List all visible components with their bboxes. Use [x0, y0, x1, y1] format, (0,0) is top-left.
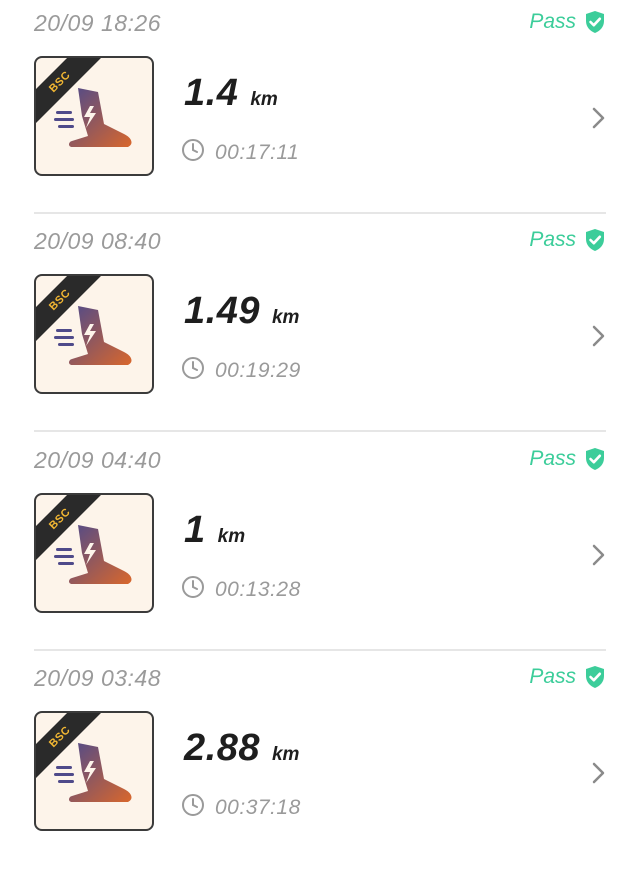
duration-row: 00:19:29: [181, 356, 301, 385]
status-label: Pass: [529, 228, 576, 251]
record-date: 20/09 08:40: [34, 228, 162, 254]
activity-thumbnail: BSC: [34, 493, 154, 613]
status-badge: Pass: [529, 665, 606, 689]
status-label: Pass: [529, 447, 576, 470]
activity-thumbnail: BSC: [34, 711, 154, 831]
running-shoe-icon: [54, 302, 138, 379]
run-record-item[interactable]: 20/09 18:26 Pass BSC 1.4 km 00:17:11: [34, 0, 606, 218]
run-record-item[interactable]: 20/09 03:48 Pass BSC 2.88 km 00:37:18: [34, 655, 606, 873]
distance-number: 1.4: [184, 72, 239, 114]
record-date: 20/09 18:26: [34, 10, 162, 36]
shield-check-icon: [584, 447, 606, 471]
chevron-right-icon[interactable]: [592, 543, 606, 572]
status-badge: Pass: [529, 447, 606, 471]
distance-value: 1 km: [184, 509, 245, 552]
activity-thumbnail: BSC: [34, 274, 154, 394]
duration-row: 00:13:28: [181, 575, 301, 604]
running-shoe-icon: [54, 739, 138, 816]
duration-time: 00:37:18: [215, 795, 301, 819]
distance-value: 1.49 km: [184, 290, 299, 333]
shield-check-icon: [584, 665, 606, 689]
run-record-item[interactable]: 20/09 04:40 Pass BSC 1 km 00:13:28: [34, 437, 606, 655]
activity-thumbnail: BSC: [34, 56, 154, 176]
shield-check-icon: [584, 228, 606, 252]
running-shoe-icon: [54, 521, 138, 598]
status-badge: Pass: [529, 10, 606, 34]
chevron-right-icon[interactable]: [592, 106, 606, 135]
clock-icon: [181, 575, 205, 604]
status-label: Pass: [529, 10, 576, 33]
distance-unit: km: [250, 89, 278, 110]
distance-number: 1: [184, 509, 206, 551]
duration-row: 00:17:11: [181, 138, 299, 167]
distance-unit: km: [271, 744, 300, 765]
clock-icon: [181, 356, 205, 385]
status-label: Pass: [529, 665, 576, 688]
duration-time: 00:17:11: [215, 140, 300, 164]
duration-time: 00:13:28: [215, 577, 301, 601]
status-badge: Pass: [529, 228, 606, 252]
duration-row: 00:37:18: [181, 793, 301, 822]
distance-unit: km: [217, 526, 246, 547]
clock-icon: [181, 793, 205, 822]
distance-value: 2.88 km: [184, 727, 299, 770]
run-records-list: 20/09 18:26 Pass BSC 1.4 km 00:17:11 20/…: [0, 0, 640, 860]
duration-time: 00:19:29: [215, 358, 301, 382]
record-date: 20/09 03:48: [34, 665, 162, 691]
run-record-item[interactable]: 20/09 08:40 Pass BSC 1.49 km 00:19:29: [34, 218, 606, 436]
distance-number: 2.88: [184, 727, 260, 769]
chevron-right-icon[interactable]: [592, 324, 606, 353]
shield-check-icon: [584, 10, 606, 34]
chevron-right-icon[interactable]: [592, 761, 606, 790]
clock-icon: [181, 138, 205, 167]
running-shoe-icon: [54, 84, 138, 161]
record-date: 20/09 04:40: [34, 447, 162, 473]
distance-number: 1.49: [184, 290, 260, 332]
distance-unit: km: [271, 307, 300, 328]
distance-value: 1.4 km: [184, 72, 278, 115]
